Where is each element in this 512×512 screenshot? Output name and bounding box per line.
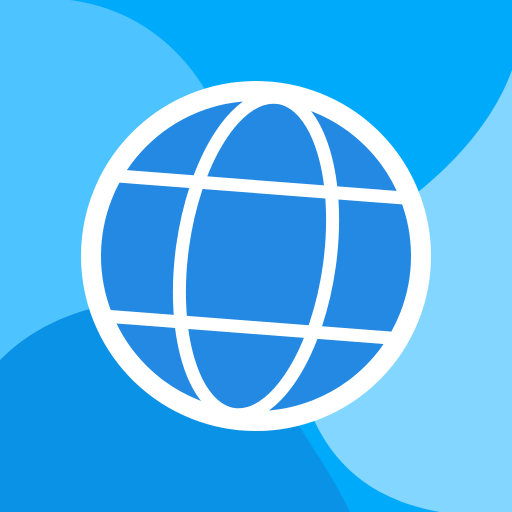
app-icon-graphic [0,0,512,512]
app-icon[interactable] [0,0,512,512]
globe-icon [81,81,431,431]
